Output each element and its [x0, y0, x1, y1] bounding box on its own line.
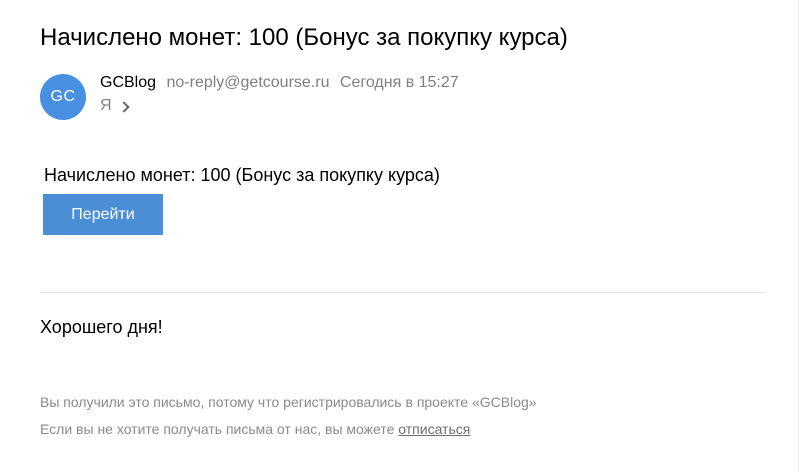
footer-notice: Вы получили это письмо, потому что регис…: [40, 394, 537, 410]
email-view: Начислено монет: 100 (Бонус за покупку к…: [0, 0, 799, 472]
chevron-right-icon: [117, 100, 130, 113]
go-button[interactable]: Перейти: [43, 194, 163, 235]
recipient-name: Я: [100, 97, 112, 114]
sender-avatar[interactable]: GC: [40, 74, 86, 120]
divider: [40, 292, 764, 293]
sender-meta: GCBlog no-reply@getcourse.ru Сегодня в 1…: [100, 72, 459, 94]
sender-email[interactable]: no-reply@getcourse.ru: [166, 74, 329, 91]
unsubscribe-link[interactable]: отписаться: [398, 421, 470, 437]
recipient-toggle[interactable]: Я: [100, 95, 130, 117]
email-subject: Начислено монет: 100 (Бонус за покупку к…: [40, 24, 568, 51]
footer-unsubscribe-line: Если вы не хотите получать письма от нас…: [40, 419, 470, 439]
footer-unsubscribe-text: Если вы не хотите получать письма от нас…: [40, 421, 399, 437]
email-closing: Хорошего дня!: [40, 317, 163, 337]
sent-date: Сегодня в 15:27: [339, 74, 459, 91]
email-body-message: Начислено монет: 100 (Бонус за покупку к…: [44, 165, 440, 185]
sender-name[interactable]: GCBlog: [100, 74, 156, 91]
